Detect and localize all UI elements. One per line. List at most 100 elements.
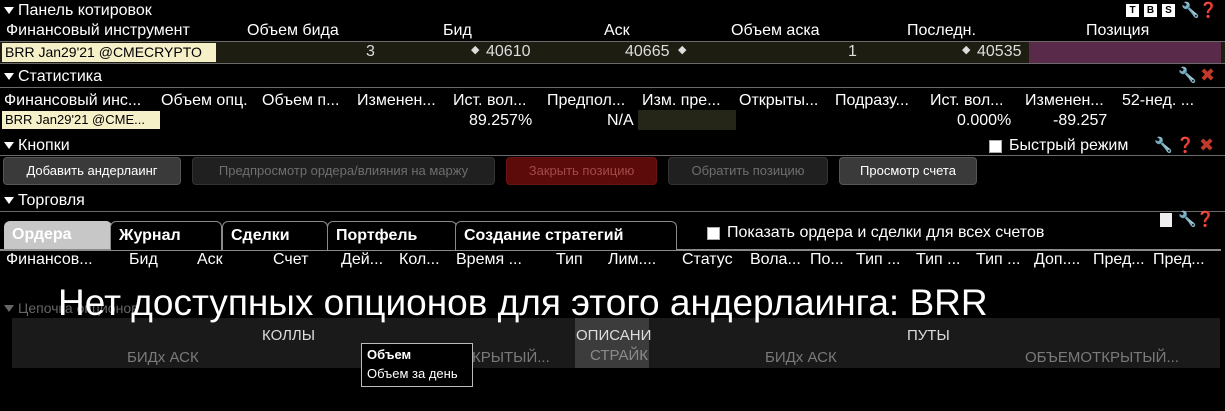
diamond-icon: ◆ bbox=[962, 44, 971, 56]
stat-col[interactable]: Объем п... bbox=[262, 92, 339, 110]
notepad-icon[interactable] bbox=[1160, 213, 1172, 227]
quote-row[interactable]: BRR Jan29'21 @CMECRYPTO 3 ◆ 40610 40665 … bbox=[0, 41, 1225, 64]
help-icon[interactable]: ❓ bbox=[1199, 3, 1218, 19]
quote-panel-title: Панель котировок bbox=[18, 2, 152, 19]
col-position[interactable]: Позиция bbox=[1086, 22, 1149, 40]
bid-size-value: 3 bbox=[366, 43, 375, 60]
highlight-cell bbox=[638, 110, 736, 130]
col-bid-size[interactable]: Объем бида bbox=[247, 22, 339, 40]
calls-open-interest[interactable]: КРЫТЫЙ... bbox=[472, 349, 550, 367]
orders-col[interactable]: Дей... bbox=[341, 251, 383, 269]
instrument-cell[interactable]: BRR Jan29'21 @CMECRYPTO bbox=[2, 43, 216, 62]
hist-vol-value: 89.257% bbox=[469, 112, 533, 129]
wrench-icon[interactable]: 🔧 bbox=[1181, 3, 1200, 19]
puts-label: ПУТЫ bbox=[907, 327, 950, 344]
orders-col[interactable]: Тип ... bbox=[916, 251, 960, 269]
orders-col[interactable]: Тип bbox=[556, 251, 583, 269]
view-account-button[interactable]: Просмотр счета bbox=[839, 157, 977, 185]
help-icon[interactable]: ❓ bbox=[1196, 212, 1215, 228]
reverse-position-button[interactable]: Обратить позицию bbox=[668, 157, 828, 185]
position-cell[interactable] bbox=[1029, 42, 1221, 63]
description-label: ОПИСАНИ bbox=[576, 327, 652, 344]
orders-col[interactable]: Время ... bbox=[456, 251, 522, 269]
stat-col[interactable]: Предпол... bbox=[547, 92, 625, 110]
stat-col[interactable]: Изм. пре... bbox=[642, 92, 721, 110]
close-position-button[interactable]: Закрыть позицию bbox=[506, 157, 657, 185]
tab-journal[interactable]: Журнал bbox=[110, 221, 222, 250]
stat-col[interactable]: Объем опц. bbox=[161, 92, 248, 110]
statistics-title: Статистика bbox=[18, 68, 103, 85]
stat-col[interactable]: Изменен... bbox=[357, 92, 436, 110]
tab-trades[interactable]: Сделки bbox=[222, 221, 328, 250]
quote-panel-header: Панель котировок bbox=[0, 1, 1225, 21]
orders-col[interactable]: Тип ... bbox=[976, 251, 1020, 269]
orders-col[interactable]: Тип ... bbox=[856, 251, 900, 269]
b-icon[interactable]: B bbox=[1144, 4, 1157, 17]
collapse-triangle-icon[interactable] bbox=[4, 141, 14, 149]
fast-mode-label: Быстрый режим bbox=[1009, 137, 1129, 154]
col-bid[interactable]: Бид bbox=[443, 22, 472, 40]
tab-orders[interactable]: Ордера bbox=[4, 221, 112, 249]
orders-col[interactable]: Финансов... bbox=[6, 251, 93, 269]
stat-instrument-cell[interactable]: BRR Jan29'21 @CME... bbox=[2, 111, 160, 129]
orders-col[interactable]: Вола... bbox=[750, 251, 801, 269]
orders-col[interactable]: Аск bbox=[197, 251, 223, 269]
col-ask[interactable]: Аск bbox=[604, 22, 630, 40]
help-icon[interactable]: ❓ bbox=[1176, 138, 1195, 154]
show-all-checkbox[interactable] bbox=[707, 227, 720, 240]
puts-bid-ask[interactable]: БИДx АСК bbox=[765, 349, 837, 367]
collapse-triangle-icon[interactable] bbox=[4, 72, 14, 80]
orders-col[interactable]: Статус bbox=[682, 251, 733, 269]
add-underlying-button[interactable]: Добавить андерлаинг bbox=[3, 157, 181, 185]
orders-col[interactable]: Доп.... bbox=[1034, 251, 1080, 269]
collapse-triangle-icon[interactable] bbox=[4, 6, 14, 14]
divider bbox=[0, 211, 1225, 212]
strike-label[interactable]: СТРАЙК bbox=[590, 347, 648, 365]
orders-col[interactable]: Пред... bbox=[1153, 251, 1205, 269]
col-ask-size[interactable]: Объем аска bbox=[731, 22, 820, 40]
stat-col[interactable]: 52-нед. ... bbox=[1122, 92, 1194, 110]
close-icon[interactable]: ✖ bbox=[1199, 136, 1214, 154]
trading-title: Торговля bbox=[18, 192, 85, 209]
orders-col[interactable]: По... bbox=[810, 251, 844, 269]
fast-mode-checkbox[interactable] bbox=[989, 140, 1002, 153]
col-instrument[interactable]: Финансовый инструмент bbox=[6, 22, 190, 40]
stat-col[interactable]: Ист. вол... bbox=[930, 92, 1003, 110]
stat-col[interactable]: Открыты... bbox=[739, 92, 818, 110]
show-all-label: Показать ордера и сделки для всех счетов bbox=[727, 224, 1045, 241]
trading-header: Торговля bbox=[0, 191, 1225, 211]
orders-col[interactable]: Пред... bbox=[1093, 251, 1145, 269]
tab-strategy-builder[interactable]: Создание стратегий bbox=[455, 221, 677, 250]
diamond-icon: ◆ bbox=[678, 44, 687, 56]
divider bbox=[0, 155, 1225, 156]
stat-instrument-name: BRR Jan29'21 @CME... bbox=[5, 112, 145, 127]
bid-value: 40610 bbox=[486, 43, 531, 60]
calls-bid-ask[interactable]: БИДx АСК bbox=[127, 349, 199, 367]
implied-value: N/A bbox=[607, 112, 634, 129]
orders-col[interactable]: Бид bbox=[129, 251, 158, 269]
last-value: 40535 bbox=[977, 43, 1022, 60]
stat-col[interactable]: Подразу... bbox=[835, 92, 909, 110]
preview-order-button[interactable]: Предпросмотр ордера/влияния на маржу bbox=[192, 157, 495, 185]
wrench-icon[interactable]: 🔧 bbox=[1178, 68, 1197, 84]
orders-col[interactable]: Лим.... bbox=[608, 251, 656, 269]
ask-value: 40665 bbox=[625, 43, 670, 60]
orders-col[interactable]: Счет bbox=[273, 251, 308, 269]
s-icon[interactable]: S bbox=[1162, 4, 1175, 17]
puts-volume-oi[interactable]: ОБЪЕМОТКРЫТЫЙ... bbox=[1025, 349, 1179, 367]
wrench-icon[interactable]: 🔧 bbox=[1178, 212, 1197, 228]
col-last[interactable]: Последн. bbox=[907, 22, 976, 40]
tab-portfolio[interactable]: Портфель bbox=[327, 221, 457, 250]
stat-col[interactable]: Изменен... bbox=[1025, 92, 1104, 110]
t-icon[interactable]: T bbox=[1126, 4, 1139, 17]
stat-col[interactable]: Ист. вол... bbox=[453, 92, 526, 110]
collapse-triangle-icon[interactable] bbox=[4, 305, 14, 313]
wrench-icon[interactable]: 🔧 bbox=[1154, 138, 1173, 154]
instrument-name: BRR Jan29'21 @CMECRYPTO bbox=[5, 44, 202, 60]
orders-col[interactable]: Кол... bbox=[399, 251, 440, 269]
collapse-triangle-icon[interactable] bbox=[4, 196, 14, 204]
stat-col[interactable]: Финансовый инс... bbox=[4, 92, 141, 110]
calls-label: КОЛЛЫ bbox=[262, 327, 316, 344]
tooltip-text: Объем за день bbox=[367, 366, 458, 381]
close-icon[interactable]: ✖ bbox=[1200, 66, 1215, 84]
